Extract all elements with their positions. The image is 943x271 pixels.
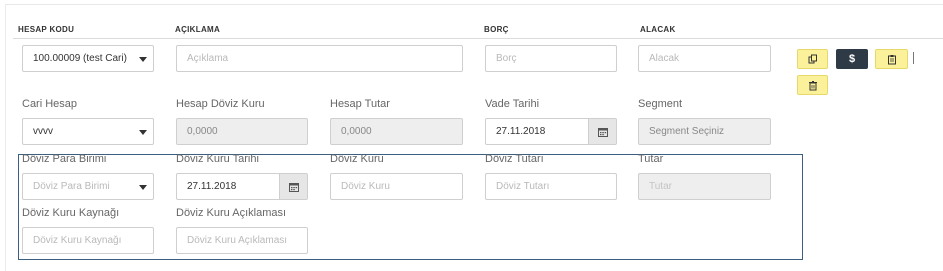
aciklama-input[interactable]: Açıklama (176, 45, 463, 72)
hesap-doviz-kuru-input: 0,0000 (176, 118, 308, 145)
hesap-kodu-select[interactable]: 100.00009 (test Cari) (22, 45, 154, 72)
vade-tarihi-value: 27.11.2018 (496, 126, 546, 137)
alacak-input[interactable]: Alacak (638, 45, 771, 72)
doviz-para-birimi-select[interactable]: Döviz Para Birimi (22, 173, 154, 200)
trash-icon (808, 80, 817, 90)
calendar-icon (597, 127, 608, 137)
borc-input[interactable]: Borç (485, 45, 617, 72)
vade-tarihi-calendar-button[interactable] (588, 119, 616, 144)
doviz-kuru-tarihi-label: Döviz Kuru Tarihi (176, 153, 259, 165)
copy-button[interactable] (797, 49, 828, 69)
doviz-tutari-input[interactable]: Döviz Tutarı (485, 173, 617, 200)
header-aciklama: AÇIKLAMA (175, 25, 221, 34)
doviz-kuru-aciklamasi-label: Döviz Kuru Açıklaması (176, 207, 287, 219)
toolbar-divider (913, 52, 914, 64)
doviz-kuru-tarihi-calendar-button[interactable] (279, 174, 307, 199)
hesap-tutar-label: Hesap Tutar (330, 98, 390, 110)
chevron-down-icon (139, 185, 147, 190)
segment-select[interactable]: Segment Seçiniz (638, 118, 771, 145)
tutar-label: Tutar (638, 153, 664, 165)
doviz-kuru-input[interactable]: Döviz Kuru (330, 173, 463, 200)
hesap-kodu-value: 100.00009 (test Cari) (33, 53, 127, 64)
copy-icon (808, 54, 817, 64)
dollar-button[interactable]: $ (836, 49, 868, 69)
chevron-down-icon (139, 57, 147, 62)
header-divider (13, 38, 943, 39)
dollar-icon: $ (848, 53, 856, 65)
cari-hesap-label: Cari Hesap (22, 98, 78, 110)
doviz-kuru-tarihi-input[interactable]: 27.11.2018 (176, 173, 308, 200)
doviz-tutari-label: Döviz Tutarı (485, 153, 544, 165)
clipboard-icon (887, 54, 896, 64)
delete-button[interactable] (797, 75, 828, 95)
vade-tarihi-input[interactable]: 27.11.2018 (485, 118, 617, 145)
header-alacak: ALACAK (640, 25, 676, 34)
tutar-input: Tutar (638, 173, 771, 200)
chevron-down-icon (139, 130, 147, 135)
header-borc: BORÇ (484, 25, 509, 34)
doviz-kuru-label: Döviz Kuru (330, 153, 384, 165)
segment-label: Segment (638, 98, 683, 110)
doviz-kuru-aciklamasi-input[interactable]: Döviz Kuru Açıklaması (176, 227, 308, 254)
calendar-icon (288, 182, 299, 192)
hesap-tutar-input: 0,0000 (330, 118, 463, 145)
doviz-para-birimi-placeholder: Döviz Para Birimi (33, 181, 110, 192)
doviz-kuru-kaynagi-input[interactable]: Döviz Kuru Kaynağı (22, 227, 154, 254)
vade-tarihi-label: Vade Tarihi (485, 98, 540, 110)
doviz-kuru-kaynagi-label: Döviz Kuru Kaynağı (22, 207, 120, 219)
clipboard-button[interactable] (875, 49, 908, 69)
cari-hesap-select[interactable]: vvvv (22, 118, 154, 145)
doviz-kuru-tarihi-value: 27.11.2018 (187, 181, 237, 192)
cari-hesap-value: vvvv (33, 126, 53, 137)
header-hesap-kodu: HESAP KODU (18, 25, 75, 34)
hesap-doviz-kuru-label: Hesap Döviz Kuru (176, 98, 265, 110)
doviz-para-birimi-label: Döviz Para Birimi (22, 153, 107, 165)
